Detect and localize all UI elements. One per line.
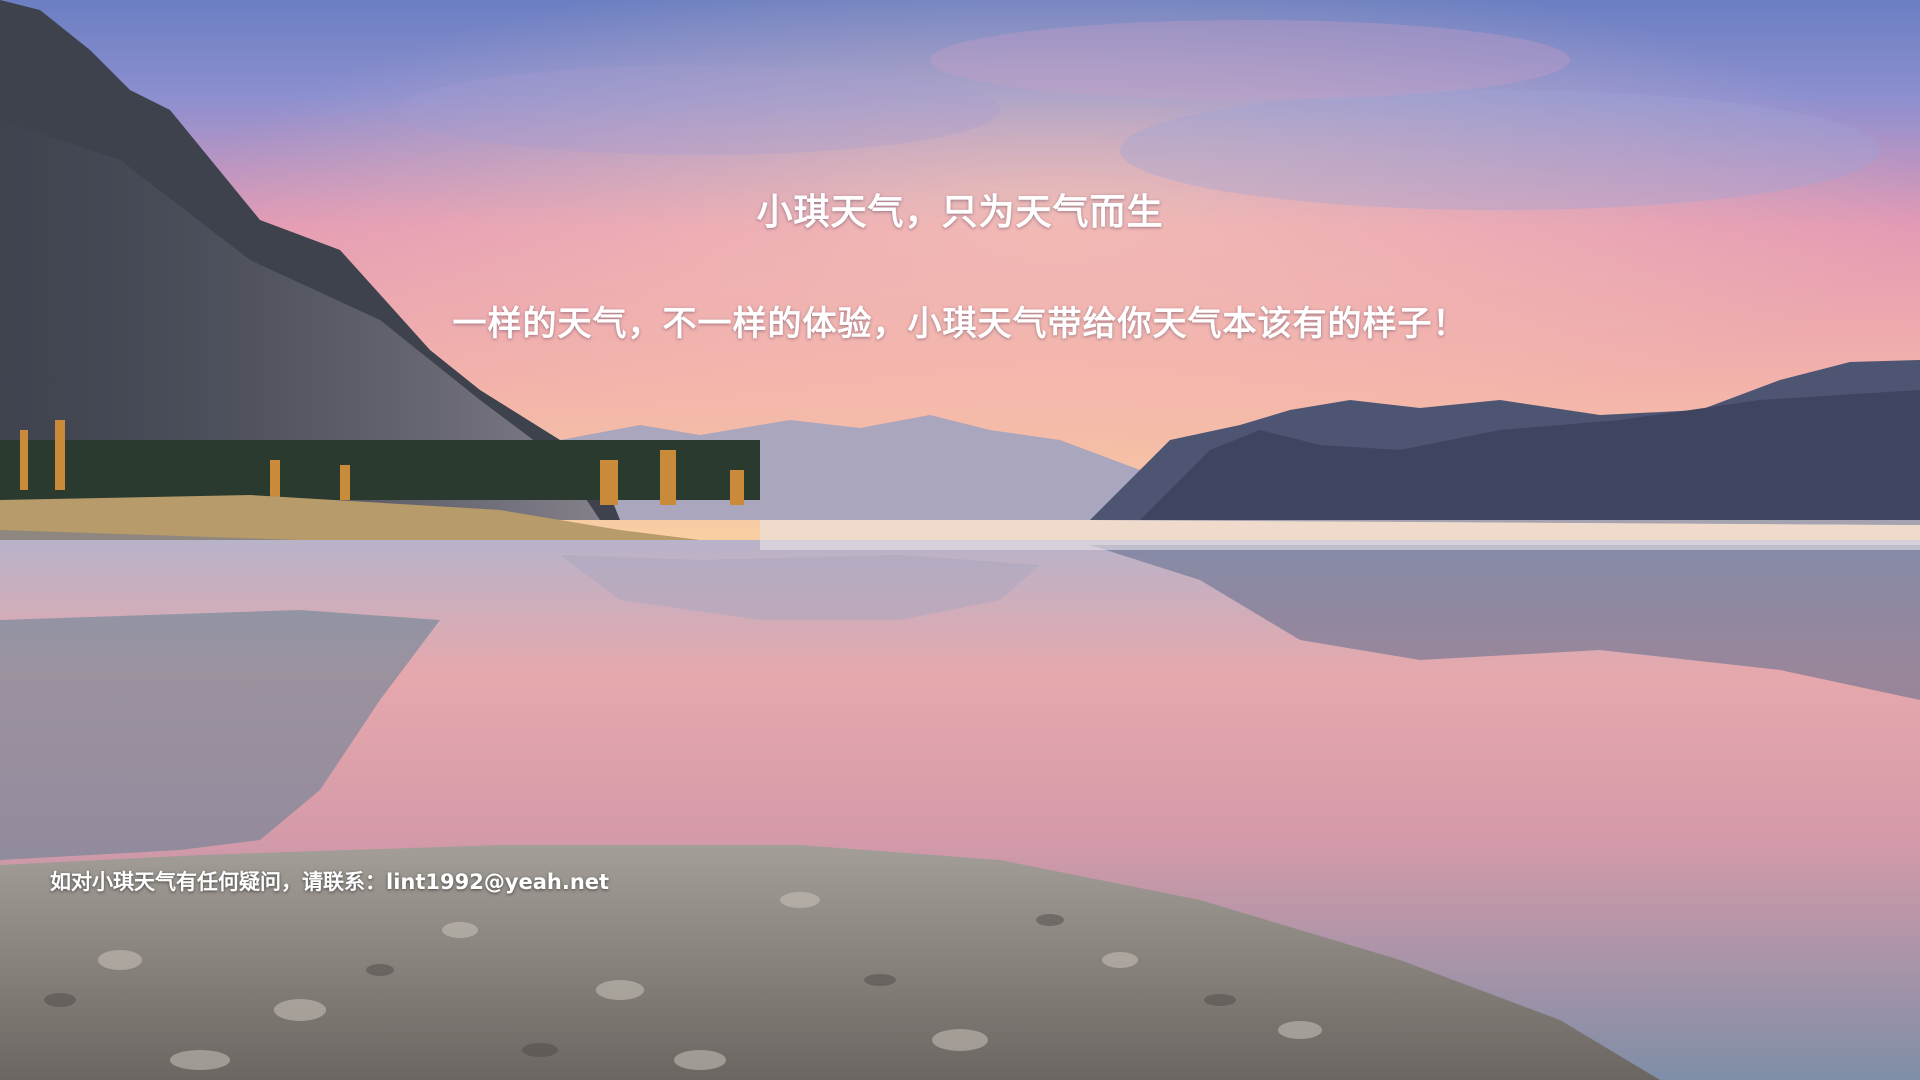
contact-info-text: 如对小琪天气有任何疑问，请联系：lint1992@yeah.net	[50, 870, 610, 894]
landscape-background-image	[0, 0, 1920, 1080]
app-slogan-subtitle: 一样的天气，不一样的体验，小琪天气带给你天气本该有的样子！	[452, 304, 1468, 344]
app-slogan-title: 小琪天气，只为天气而生	[756, 192, 1164, 233]
